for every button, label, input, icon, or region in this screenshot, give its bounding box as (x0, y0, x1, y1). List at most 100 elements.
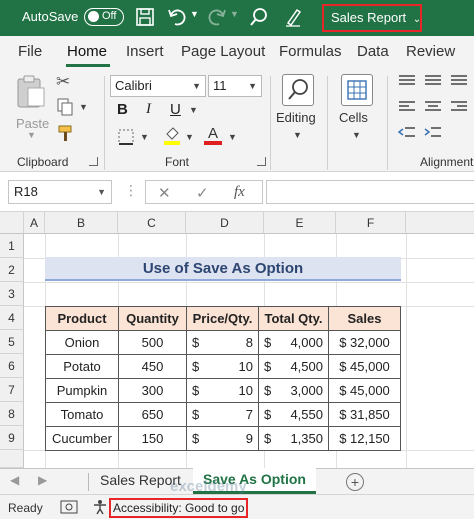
product-cell[interactable]: Cucumber (45, 426, 119, 451)
align-top-icon[interactable] (398, 74, 416, 88)
decrease-indent-icon[interactable] (398, 126, 416, 140)
font-color-chevron-icon[interactable]: ▼ (228, 132, 237, 142)
tab-home[interactable]: Home (67, 43, 107, 60)
product-cell[interactable]: Tomato (45, 402, 119, 427)
clipboard-launcher-icon[interactable] (89, 157, 98, 166)
table-header-cell[interactable]: Quantity (118, 306, 187, 331)
quantity-cell[interactable]: 150 (118, 426, 187, 451)
price-cell[interactable]: $9 (186, 426, 259, 451)
total-cell[interactable]: $4,500 (258, 354, 329, 379)
format-painter-icon[interactable] (57, 124, 75, 142)
sheet-tab-sales-report[interactable]: Sales Report (100, 472, 181, 488)
tab-page-layout[interactable]: Page Layout (181, 43, 265, 60)
row-header[interactable]: 1 (0, 234, 24, 258)
fill-color-icon[interactable] (163, 125, 181, 145)
row-header[interactable]: 9 (0, 426, 24, 450)
sales-cell[interactable]: $ 32,000 (328, 330, 401, 355)
insert-function-icon[interactable]: fx (234, 184, 245, 201)
price-cell[interactable]: $10 (186, 378, 259, 403)
formula-bar-handle-icon[interactable]: ⋮ (124, 182, 138, 199)
undo-icon[interactable] (166, 6, 188, 28)
table-header-cell[interactable]: Price/Qty. (186, 306, 259, 331)
align-center-icon[interactable] (424, 100, 442, 114)
row-header[interactable]: 6 (0, 354, 24, 378)
formula-input[interactable] (266, 180, 474, 204)
enter-icon[interactable]: ✓ (196, 184, 209, 202)
document-title[interactable]: Sales Report ⌄ (322, 4, 422, 32)
column-header[interactable]: D (186, 212, 264, 234)
autosave-toggle[interactable]: Off (84, 8, 124, 26)
underline-chevron-icon[interactable]: ▼ (189, 105, 198, 115)
price-cell[interactable]: $10 (186, 354, 259, 379)
tab-file[interactable]: File (18, 43, 42, 60)
font-name-dropdown[interactable]: Calibri ▼ (110, 75, 206, 97)
copy-chevron-icon[interactable]: ▼ (79, 102, 88, 112)
tab-review[interactable]: Review (406, 43, 455, 60)
price-cell[interactable]: $8 (186, 330, 259, 355)
quantity-cell[interactable]: 300 (118, 378, 187, 403)
column-header[interactable]: F (336, 212, 406, 234)
name-box[interactable]: R18 ▼ (8, 180, 112, 204)
cells-button[interactable]: Cells ▼ (333, 72, 381, 146)
sales-cell[interactable]: $ 31,850 (328, 402, 401, 427)
column-header[interactable]: A (24, 212, 45, 234)
fill-color-chevron-icon[interactable]: ▼ (185, 132, 194, 142)
product-cell[interactable]: Pumpkin (45, 378, 119, 403)
price-cell[interactable]: $7 (186, 402, 259, 427)
total-cell[interactable]: $3,000 (258, 378, 329, 403)
column-header-empty[interactable] (406, 212, 474, 234)
quantity-cell[interactable]: 500 (118, 330, 187, 355)
font-launcher-icon[interactable] (257, 157, 266, 166)
row-header[interactable]: 5 (0, 330, 24, 354)
column-header[interactable]: E (264, 212, 336, 234)
scroll-left-icon[interactable]: ◀ (10, 473, 19, 487)
table-header-cell[interactable]: Product (45, 306, 119, 331)
row-header[interactable]: 3 (0, 282, 24, 306)
row-header-partial[interactable] (0, 450, 24, 468)
row-header[interactable]: 8 (0, 402, 24, 426)
paste-button[interactable]: Paste (12, 74, 50, 134)
paste-chevron-icon[interactable]: ▼ (27, 130, 36, 140)
accessibility-status[interactable]: Accessibility: Good to go (109, 498, 249, 518)
undo-chevron-icon[interactable]: ▼ (190, 9, 199, 19)
save-icon[interactable] (134, 6, 156, 28)
row-header[interactable]: 4 (0, 306, 24, 330)
product-cell[interactable]: Potato (45, 354, 119, 379)
table-header-cell[interactable]: Sales (328, 306, 401, 331)
column-header[interactable]: B (45, 212, 118, 234)
borders-chevron-icon[interactable]: ▼ (140, 132, 149, 142)
editing-button[interactable]: Editing ▼ (274, 72, 322, 146)
pen-icon[interactable] (282, 6, 304, 28)
row-header[interactable]: 2 (0, 258, 24, 282)
bold-button[interactable]: B (117, 101, 128, 118)
font-color-button[interactable]: A (204, 125, 222, 145)
copy-icon[interactable] (57, 98, 73, 116)
scroll-right-icon[interactable]: ▶ (38, 473, 47, 487)
increase-indent-icon[interactable] (424, 126, 442, 140)
select-all-corner[interactable] (0, 212, 24, 234)
total-cell[interactable]: $4,000 (258, 330, 329, 355)
tab-data[interactable]: Data (357, 43, 389, 60)
underline-button[interactable]: U (170, 101, 181, 118)
cancel-icon[interactable]: ✕ (158, 184, 171, 202)
total-cell[interactable]: $1,350 (258, 426, 329, 451)
align-bottom-icon[interactable] (450, 74, 468, 88)
tab-insert[interactable]: Insert (126, 43, 164, 60)
add-sheet-icon[interactable]: + (346, 473, 364, 491)
product-cell[interactable]: Onion (45, 330, 119, 355)
sales-cell[interactable]: $ 12,150 (328, 426, 401, 451)
quantity-cell[interactable]: 450 (118, 354, 187, 379)
sheet-title[interactable]: Use of Save As Option (45, 257, 401, 281)
align-left-icon[interactable] (398, 100, 416, 114)
tab-formulas[interactable]: Formulas (279, 43, 342, 60)
row-header[interactable]: 7 (0, 378, 24, 402)
cut-icon[interactable]: ✂ (56, 72, 70, 92)
sales-cell[interactable]: $ 45,000 (328, 354, 401, 379)
italic-button[interactable]: I (146, 101, 151, 118)
align-right-icon[interactable] (450, 100, 468, 114)
search-icon[interactable] (248, 6, 270, 28)
table-header-cell[interactable]: Total Qty. (258, 306, 329, 331)
column-header[interactable]: C (118, 212, 186, 234)
total-cell[interactable]: $4,550 (258, 402, 329, 427)
macro-recording-icon[interactable] (60, 500, 78, 514)
